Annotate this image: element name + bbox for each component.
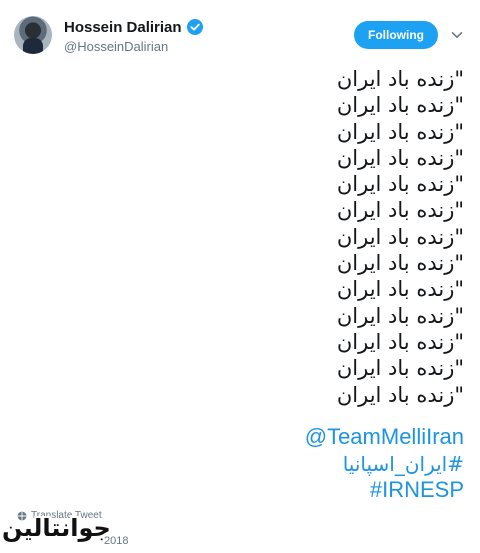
tweet-line: "زنده باد ایران	[336, 145, 464, 170]
tweet-header: Hossein Dalirian @HosseinDalirian Follow…	[14, 14, 470, 58]
avatar[interactable]	[14, 16, 52, 54]
tweet-line: "زنده باد ایران	[336, 277, 464, 302]
tweet-line: "زنده باد ایران	[336, 329, 464, 354]
tweet-line: "زنده باد ایران	[336, 356, 464, 381]
mention-link[interactable]: @TeamMelliIran	[164, 424, 464, 451]
tweet-line: "زنده باد ایران	[336, 382, 464, 407]
tweet-line: "زنده باد ایران	[336, 119, 464, 144]
tweet-line: "زنده باد ایران	[336, 198, 464, 223]
tweet-line: "زنده باد ایران	[336, 251, 464, 276]
watermark-logo: جوانتالین	[2, 514, 130, 552]
chevron-down-icon[interactable]	[450, 28, 464, 42]
tweet-line: "زنده باد ایران	[336, 93, 464, 118]
author-name-row[interactable]: Hossein Dalirian	[64, 17, 203, 37]
verified-badge-icon	[186, 19, 203, 35]
watermark-text: جوانتالین	[2, 514, 111, 542]
author-display-name[interactable]: Hossein Dalirian	[64, 19, 182, 36]
hashtag-link-en[interactable]: #IRNESP	[164, 477, 464, 504]
tweet-line: "زنده باد ایران	[336, 303, 464, 328]
tweet-card: Hossein Dalirian @HosseinDalirian Follow…	[0, 0, 480, 553]
tweet-line: "زنده باد ایران	[336, 172, 464, 197]
author-handle[interactable]: @HosseinDalirian	[64, 39, 168, 54]
hashtag-link-fa[interactable]: #ایران_اسپانیا	[164, 451, 464, 478]
tweet-entities: @TeamMelliIran #ایران_اسپانیا #IRNESP	[164, 424, 464, 504]
tweet-line: "زنده باد ایران	[336, 67, 464, 91]
following-button[interactable]: Following	[354, 21, 438, 49]
tweet-line: "زنده باد ایران	[336, 224, 464, 249]
tweet-text: "زنده باد ایران "زنده باد ایران "زنده با…	[164, 66, 464, 408]
